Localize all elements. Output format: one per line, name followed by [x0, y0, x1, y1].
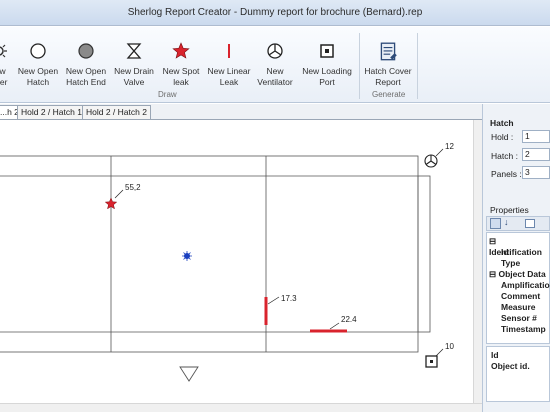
tab-hold2-hatch2[interactable]: Hold 2 / Hatch 2	[82, 105, 151, 119]
loading-port-marker[interactable]	[425, 348, 444, 368]
property-comment[interactable]: Comment	[501, 291, 540, 301]
ventilator-label: 12	[445, 142, 454, 151]
draw-group-label: Draw	[158, 90, 177, 99]
horizontal-scrollbar[interactable]	[0, 403, 482, 412]
new-open-hatch-button[interactable]: New Open Hatch	[14, 39, 62, 93]
hourglass-icon	[126, 43, 142, 59]
button-label: New Ventilator	[257, 66, 293, 87]
property-measure[interactable]: Measure	[501, 302, 536, 312]
description-title: Id	[491, 350, 499, 360]
hatch-field[interactable]: 2	[522, 148, 550, 161]
new-ventilator-partial-button[interactable]: ...w ...ter	[0, 39, 14, 93]
property-type[interactable]: Type	[501, 258, 520, 268]
button-label: Hatch Cover Report	[364, 66, 412, 87]
hatch-panel-title: Hatch	[490, 118, 514, 128]
new-ventilator-button[interactable]: New Ventilator	[252, 39, 298, 93]
hold-label: Hold :	[491, 132, 514, 142]
category-object-data[interactable]: ⊟ Object Data	[489, 269, 546, 280]
properties-toolbar: ↓	[486, 216, 550, 231]
hold-field[interactable]: 1	[522, 130, 550, 143]
panels-field[interactable]: 3	[522, 166, 550, 179]
button-label: New Loading Port	[302, 66, 352, 87]
property-amplification[interactable]: Amplification	[501, 280, 550, 290]
button-label: New Spot leak	[162, 66, 200, 87]
spot-leak-label: 55,2	[125, 183, 141, 192]
properties-title: Properties	[490, 205, 529, 215]
filled-circle-icon	[78, 43, 94, 59]
property-pages-icon[interactable]	[525, 219, 535, 228]
sort-alpha-icon[interactable]: ↓	[504, 217, 509, 227]
star-icon	[172, 42, 190, 59]
title-bar: Sherlog Report Creator - Dummy report fo…	[0, 0, 550, 26]
hatch-end-strip	[417, 175, 431, 333]
drawing-canvas[interactable]: 12 10 55,2 17.3 22.4	[0, 119, 482, 412]
hatch-label: Hatch :	[491, 151, 518, 161]
button-label: New Linear Leak	[207, 66, 251, 87]
linear-leak-horizontal-label: 22.4	[341, 315, 357, 324]
ribbon: ...w ...ter New Open Hatch New Open Hatc…	[0, 27, 550, 103]
property-grid[interactable]: ⊟ Identification Id Type ⊟ Object Data A…	[486, 232, 550, 344]
new-spot-leak-button[interactable]: New Spot leak	[158, 39, 204, 93]
vertical-scrollbar[interactable]	[473, 120, 482, 403]
button-label: ...w ...ter	[0, 66, 8, 87]
generate-group-label: Generate	[372, 90, 406, 99]
property-timestamp[interactable]: Timestamp	[501, 324, 546, 334]
hatch-drawing[interactable]: 12 10 55,2 17.3 22.4	[0, 120, 473, 403]
new-linear-leak-button[interactable]: New Linear Leak	[204, 39, 254, 93]
button-label: New Open Hatch	[17, 66, 59, 87]
new-drain-valve-button[interactable]: New Drain Valve	[110, 39, 158, 93]
ventilator-icon	[267, 43, 283, 59]
category-identification[interactable]: ⊟ Identification	[489, 236, 549, 257]
group-separator	[359, 33, 360, 99]
report-icon	[380, 42, 397, 61]
new-open-hatch-end-button[interactable]: New Open Hatch End	[62, 39, 110, 93]
property-id[interactable]: Id	[501, 247, 509, 257]
button-label: New Open Hatch End	[65, 66, 107, 87]
group-separator	[417, 33, 418, 99]
loading-port-icon	[320, 44, 334, 58]
sensor-marker[interactable]	[182, 251, 192, 261]
tab-strip: ...h 2 Hold 2 / Hatch 1 Hold 2 / Hatch 2	[0, 104, 482, 119]
linear-leak-vertical[interactable]	[264, 296, 280, 325]
tab-hold2-hatch1[interactable]: Hold 2 / Hatch 1	[17, 105, 86, 119]
open-circle-icon	[30, 43, 46, 59]
button-label: New Drain Valve	[114, 66, 154, 87]
description-text: Object id.	[491, 361, 530, 371]
linear-leak-vertical-label: 17.3	[281, 294, 297, 303]
categorized-icon[interactable]	[490, 218, 501, 229]
property-sensor[interactable]: Sensor #	[501, 313, 537, 323]
gear-icon	[0, 44, 7, 58]
property-description: Id Object id.	[486, 346, 550, 402]
direction-triangle-icon[interactable]	[179, 366, 199, 382]
panels-label: Panels :	[491, 169, 522, 179]
linear-leak-horizontal[interactable]	[310, 322, 347, 333]
linear-leak-icon	[228, 44, 230, 58]
ventilator-marker[interactable]	[424, 148, 444, 168]
new-loading-port-button[interactable]: New Loading Port	[298, 39, 356, 93]
loading-port-label: 10	[445, 342, 454, 351]
window-title: Sherlog Report Creator - Dummy report fo…	[127, 7, 423, 18]
spot-leak-marker[interactable]	[104, 189, 124, 210]
hatch-cover-report-button[interactable]: Hatch Cover Report	[362, 39, 414, 93]
